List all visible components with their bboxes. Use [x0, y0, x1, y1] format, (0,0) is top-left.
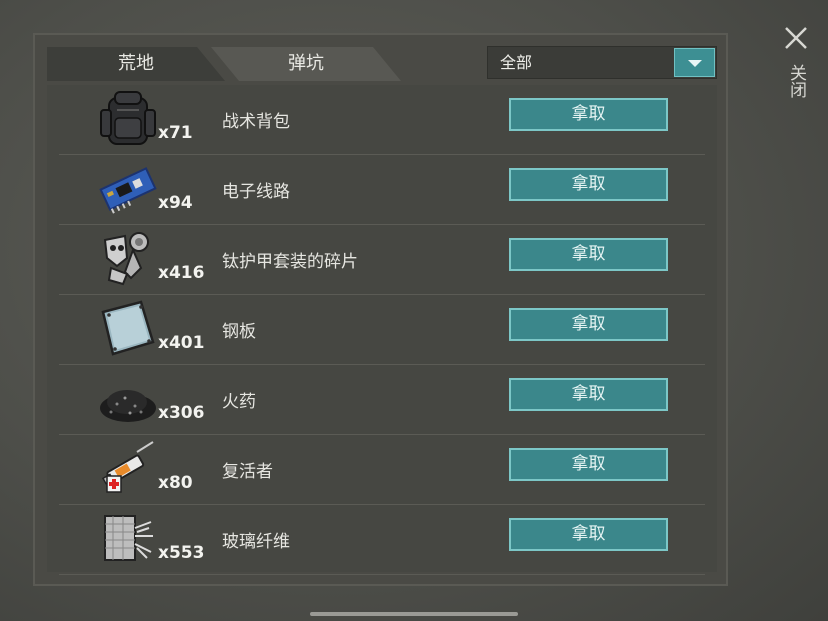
- tab-wasteland[interactable]: 荒地: [47, 47, 225, 81]
- close-label[interactable]: 关闭: [784, 64, 808, 98]
- triangle-down-icon: [688, 60, 702, 67]
- fiberglass-icon: [104, 515, 153, 561]
- close-icon[interactable]: [783, 25, 809, 51]
- item-count: x401: [158, 333, 205, 353]
- filter-dropdown[interactable]: 全部: [487, 46, 717, 79]
- item-count: x80: [158, 473, 193, 493]
- item-name: 火药: [222, 392, 256, 412]
- gunpowder-icon: [100, 390, 156, 422]
- item-name: 电子线路: [222, 182, 290, 202]
- list-item: x416 钛护甲套装的碎片 拿取: [59, 225, 705, 295]
- item-count: x416: [158, 263, 205, 283]
- armor-fragments-icon: [103, 232, 149, 286]
- loot-panel: 荒地 弹坑 全部 x71 战术背包 拿取 x94 电子线路 拿取 x416 钛护…: [33, 33, 728, 586]
- take-button[interactable]: 拿取: [509, 238, 668, 271]
- filter-selected-value: 全部: [500, 53, 533, 72]
- take-button[interactable]: 拿取: [509, 518, 668, 551]
- item-count: x306: [158, 403, 205, 423]
- item-list: x71 战术背包 拿取 x94 电子线路 拿取 x416 钛护甲套装的碎片 拿取…: [47, 85, 717, 575]
- tab-bar: 荒地 弹坑: [47, 47, 402, 81]
- item-count: x71: [158, 123, 193, 143]
- dropdown-toggle-button[interactable]: [674, 48, 715, 77]
- home-indicator: [310, 612, 518, 616]
- item-name: 复活者: [222, 462, 273, 482]
- list-item: x553 玻璃纤维 拿取: [59, 505, 705, 575]
- backpack-icon: [100, 91, 156, 145]
- tab-crater-label: 弹坑: [288, 53, 324, 74]
- take-button[interactable]: 拿取: [509, 448, 668, 481]
- item-name: 玻璃纤维: [222, 532, 290, 552]
- take-button[interactable]: 拿取: [509, 378, 668, 411]
- list-item: x401 钢板 拿取: [59, 295, 705, 365]
- circuit-board-icon: [99, 167, 157, 214]
- item-name: 战术背包: [222, 112, 290, 132]
- item-name: 钢板: [222, 322, 256, 342]
- reviver-syringe-icon: [101, 441, 154, 493]
- list-item: x71 战术背包 拿取: [59, 85, 705, 155]
- take-button[interactable]: 拿取: [509, 308, 668, 341]
- list-item: x306 火药 拿取: [59, 365, 705, 435]
- item-count: x553: [158, 543, 205, 563]
- take-button[interactable]: 拿取: [509, 98, 668, 131]
- item-count: x94: [158, 193, 193, 213]
- item-name: 钛护甲套装的碎片: [222, 252, 358, 272]
- steel-plate-icon: [101, 300, 155, 356]
- take-button[interactable]: 拿取: [509, 168, 668, 201]
- list-item: x94 电子线路 拿取: [59, 155, 705, 225]
- tab-wasteland-label: 荒地: [118, 53, 154, 74]
- list-item: x80 复活者 拿取: [59, 435, 705, 505]
- tab-crater[interactable]: 弹坑: [211, 47, 401, 81]
